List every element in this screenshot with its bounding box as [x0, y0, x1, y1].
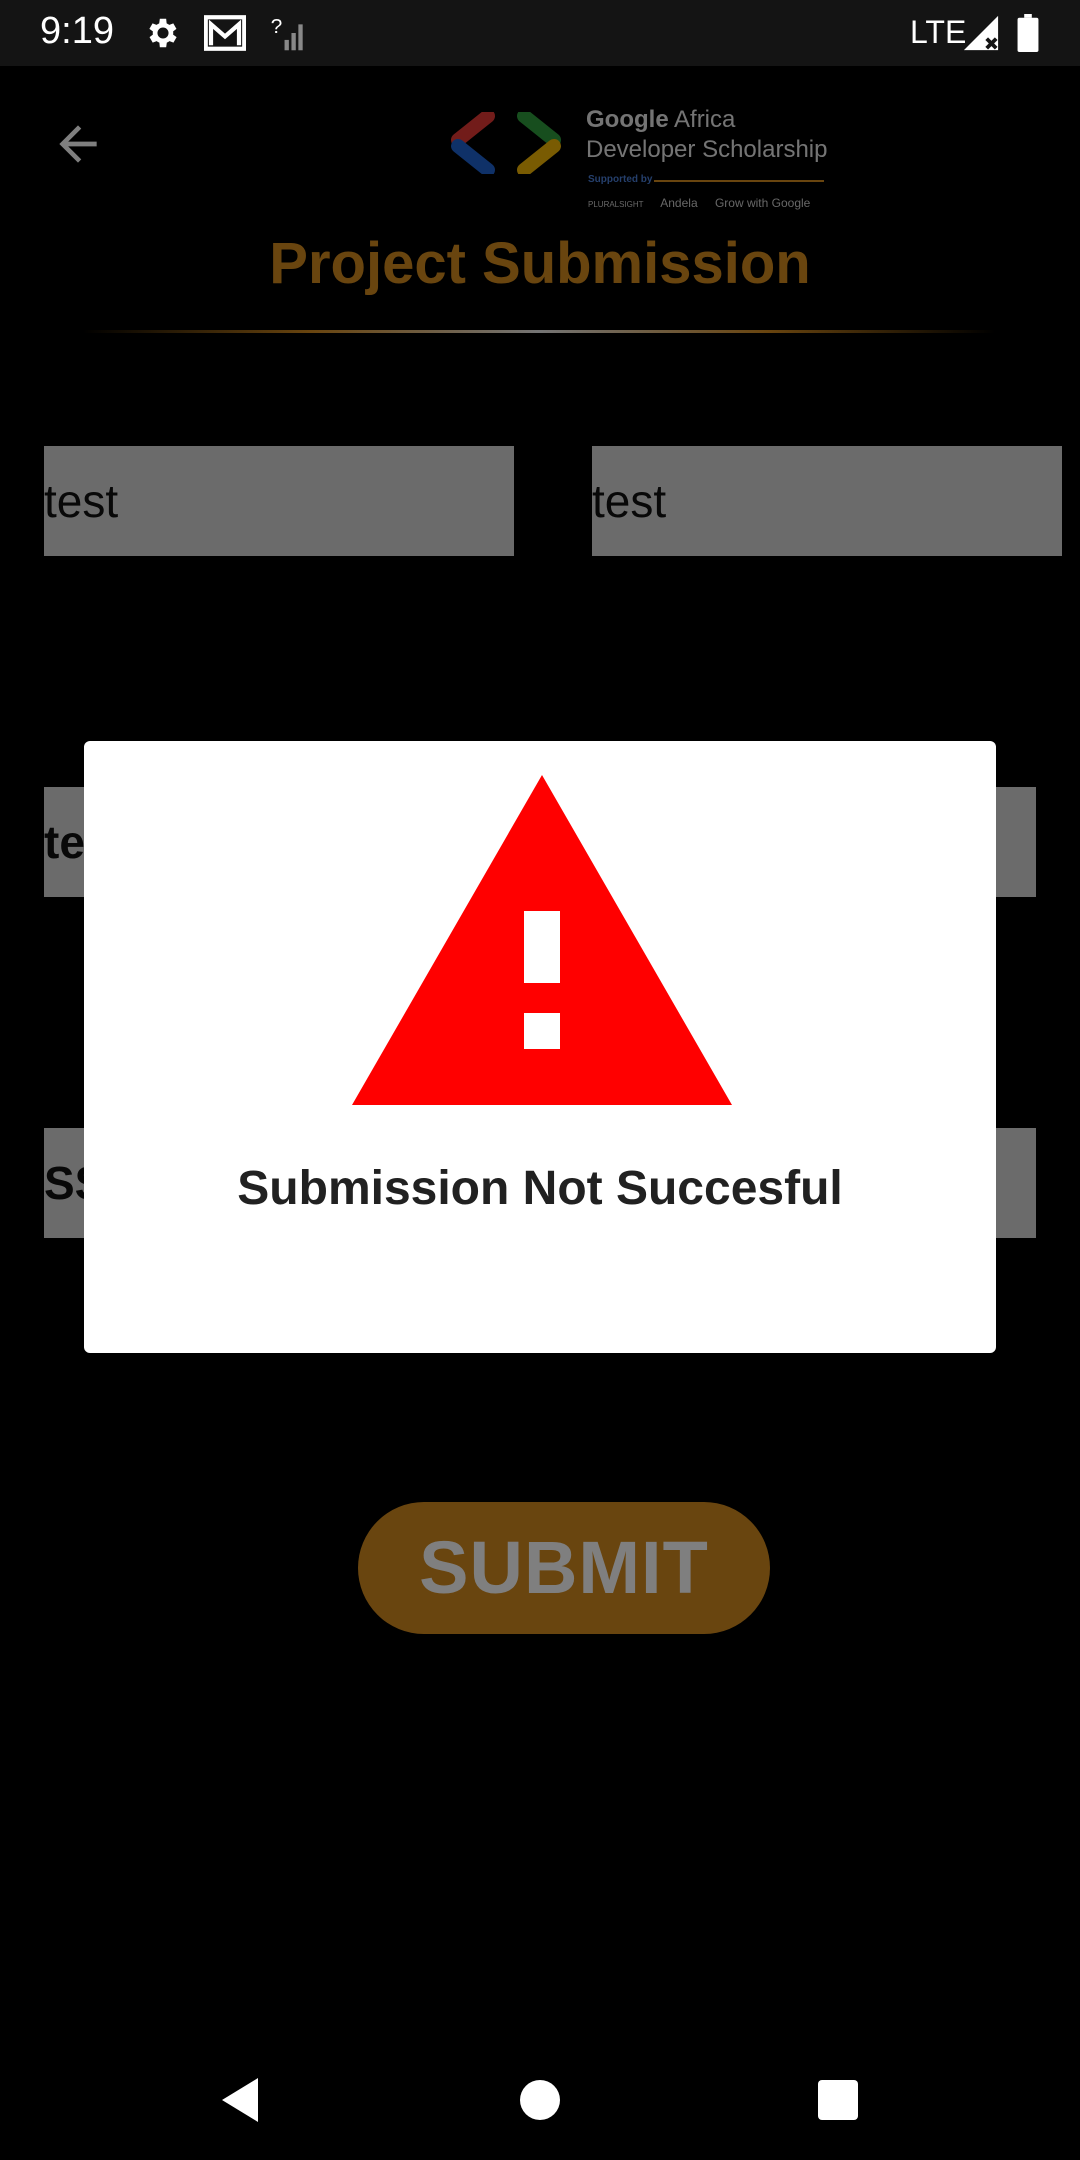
- svg-text:?: ?: [271, 15, 283, 38]
- nav-recents-button[interactable]: [808, 2070, 868, 2130]
- battery-icon: [1016, 14, 1040, 57]
- gmail-icon: [203, 14, 247, 57]
- nav-back-button[interactable]: [210, 2070, 270, 2130]
- nav-back-icon: [222, 2078, 258, 2122]
- nav-recents-icon: [818, 2080, 858, 2120]
- system-nav-bar: [0, 2040, 1080, 2160]
- status-time: 9:19: [40, 10, 114, 52]
- nav-home-icon: [520, 2080, 560, 2120]
- signal-unknown-icon: ?: [270, 14, 306, 57]
- status-bar: 9:19 ? LTE: [0, 0, 1080, 66]
- warning-triangle-icon: [352, 775, 732, 1105]
- cell-signal-icon: [962, 14, 1000, 57]
- settings-icon: [144, 14, 182, 57]
- nav-home-button[interactable]: [510, 2070, 570, 2130]
- network-type: LTE: [910, 14, 967, 50]
- error-dialog: Submission Not Succesful: [84, 741, 996, 1353]
- dialog-message: Submission Not Succesful: [237, 1162, 843, 1215]
